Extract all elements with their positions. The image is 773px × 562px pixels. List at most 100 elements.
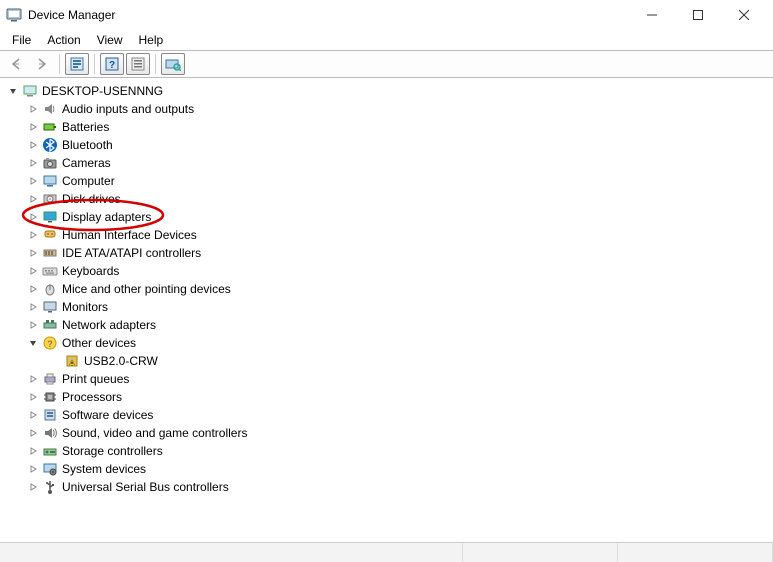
tree-item-label: Computer [62,174,115,188]
tree-item-computer[interactable]: Computer [4,172,773,190]
expand-icon[interactable] [26,462,40,476]
tree-item-ide[interactable]: IDE ATA/ATAPI controllers [4,244,773,262]
tree-item-other[interactable]: ? Other devices [4,334,773,352]
svg-text:?: ? [47,339,53,349]
collapse-icon[interactable] [6,84,20,98]
toolbar-help-button[interactable]: ? [100,53,124,75]
expand-icon[interactable] [26,210,40,224]
maximize-button[interactable] [675,0,721,30]
expand-icon[interactable] [26,480,40,494]
expand-icon[interactable] [26,138,40,152]
battery-icon [42,119,58,135]
minimize-button[interactable] [629,0,675,30]
statusbar-cell [618,543,773,562]
disk-icon [42,191,58,207]
expand-icon[interactable] [26,246,40,260]
close-button[interactable] [721,0,767,30]
tree-item-label: Audio inputs and outputs [62,102,194,116]
collapse-icon[interactable] [26,336,40,350]
tree-item-label: Keyboards [62,264,119,278]
tree-item-bluetooth[interactable]: Bluetooth [4,136,773,154]
toolbar-forward-button[interactable] [30,53,54,75]
tree-item-label: Disk drives [62,192,121,206]
expand-icon[interactable] [26,408,40,422]
toolbar-show-hidden-button[interactable] [65,53,89,75]
tree-item-camera[interactable]: Cameras [4,154,773,172]
statusbar-cell [463,543,618,562]
app-icon [6,7,22,23]
titlebar: Device Manager [0,0,773,30]
tree-item-label: Mice and other pointing devices [62,282,231,296]
camera-icon [42,155,58,171]
tree-item-display[interactable]: Display adapters [4,208,773,226]
expand-icon[interactable] [26,228,40,242]
expand-icon[interactable] [26,120,40,134]
menu-help[interactable]: Help [131,31,172,49]
expand-icon[interactable] [26,192,40,206]
tree-item-cpu[interactable]: Processors [4,388,773,406]
bluetooth-icon [42,137,58,153]
cpu-icon [42,389,58,405]
tree-item-sound[interactable]: Sound, video and game controllers [4,424,773,442]
tree-item-speaker[interactable]: Audio inputs and outputs [4,100,773,118]
tree-item-warning[interactable]: USB2.0-CRW [4,352,773,370]
tree-item-network[interactable]: Network adapters [4,316,773,334]
tree-item-label: Storage controllers [62,444,163,458]
tree-item-mouse[interactable]: Mice and other pointing devices [4,280,773,298]
tree-item-label: Other devices [62,336,136,350]
speaker-icon [42,101,58,117]
menubar: File Action View Help [0,30,773,50]
ide-icon [42,245,58,261]
mouse-icon [42,281,58,297]
toolbar-properties-button[interactable] [126,53,150,75]
warning-icon [64,353,80,369]
tree-item-label: Universal Serial Bus controllers [62,480,229,494]
tree-item-label: Bluetooth [62,138,113,152]
expand-icon[interactable] [26,426,40,440]
pc-icon [22,83,38,99]
tree-item-label: Cameras [62,156,111,170]
tree-item-label: Monitors [62,300,108,314]
tree-item-system[interactable]: System devices [4,460,773,478]
tree-item-disk[interactable]: Disk drives [4,190,773,208]
tree-item-usb[interactable]: Universal Serial Bus controllers [4,478,773,496]
hid-icon [42,227,58,243]
tree-item-storage[interactable]: Storage controllers [4,442,773,460]
toolbar: ? [0,50,773,78]
menu-file[interactable]: File [4,31,39,49]
device-tree[interactable]: DESKTOP-USENNNG Audio inputs and outputs B… [0,78,773,542]
tree-item-battery[interactable]: Batteries [4,118,773,136]
expand-icon[interactable] [26,372,40,386]
toolbar-separator [94,54,95,74]
expand-icon[interactable] [26,300,40,314]
expand-icon[interactable] [26,444,40,458]
monitor-icon [42,299,58,315]
network-icon [42,317,58,333]
expand-icon[interactable] [26,264,40,278]
expand-icon[interactable] [26,102,40,116]
svg-text:?: ? [109,60,115,71]
expand-icon[interactable] [26,390,40,404]
tree-item-keyboard[interactable]: Keyboards [4,262,773,280]
menu-action[interactable]: Action [39,31,88,49]
printer-icon [42,371,58,387]
menu-view[interactable]: View [89,31,131,49]
expand-icon[interactable] [26,282,40,296]
display-icon [42,209,58,225]
toolbar-scan-button[interactable] [161,53,185,75]
window-title: Device Manager [28,8,115,22]
tree-item-hid[interactable]: Human Interface Devices [4,226,773,244]
tree-item-software[interactable]: Software devices [4,406,773,424]
tree-item-label: Display adapters [62,210,151,224]
expand-icon[interactable] [26,318,40,332]
tree-item-label: Print queues [62,372,129,386]
expand-icon[interactable] [26,174,40,188]
tree-item-printer[interactable]: Print queues [4,370,773,388]
expand-icon[interactable] [26,156,40,170]
tree-item-label: Batteries [62,120,109,134]
toolbar-back-button[interactable] [4,53,28,75]
tree-item-label: Human Interface Devices [62,228,197,242]
tree-item-root[interactable]: DESKTOP-USENNNG [4,82,773,100]
tree-item-monitor[interactable]: Monitors [4,298,773,316]
tree-item-label: System devices [62,462,146,476]
